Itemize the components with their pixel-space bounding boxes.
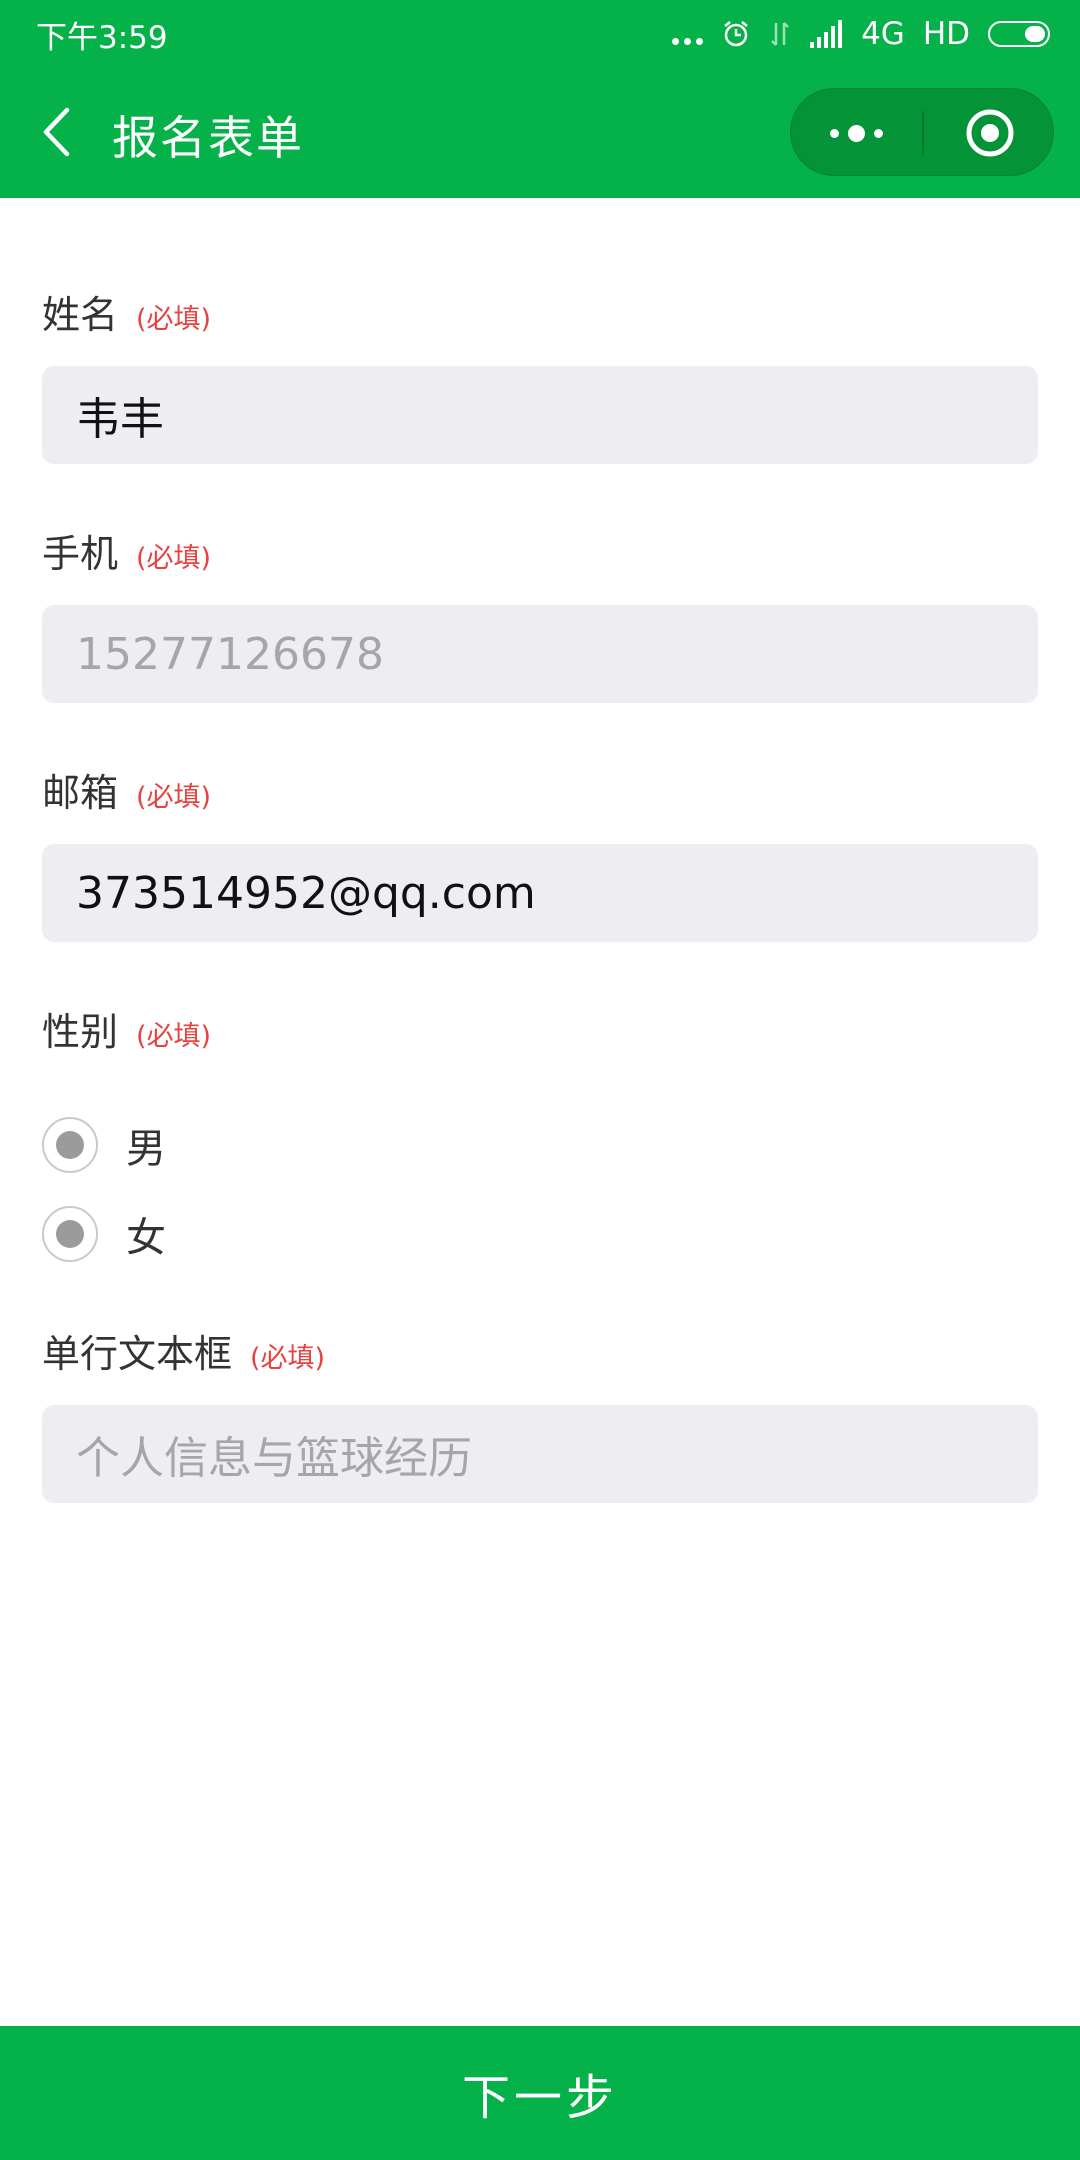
required-tag: (必填) bbox=[136, 543, 212, 574]
capsule-menu bbox=[790, 88, 1054, 176]
email-label-text: 邮箱 bbox=[42, 771, 119, 815]
radio-dot-icon bbox=[56, 1131, 84, 1159]
status-bar: 下午3:59 4G HD bbox=[0, 0, 1080, 66]
text-input[interactable]: 个人信息与篮球经历 bbox=[42, 1405, 1038, 1503]
gender-option-male[interactable]: 男 bbox=[42, 1116, 166, 1174]
nav-bar: 报名表单 bbox=[0, 66, 1080, 198]
phone-label: 手机 (必填) bbox=[42, 523, 211, 578]
radio-button[interactable] bbox=[42, 1117, 98, 1173]
hd-indicator: HD bbox=[922, 16, 970, 52]
email-input[interactable]: 373514952@qq.com bbox=[42, 844, 1038, 942]
alarm-icon bbox=[724, 21, 748, 47]
email-label: 邮箱 (必填) bbox=[42, 762, 211, 817]
more-button[interactable] bbox=[791, 89, 922, 177]
back-button[interactable] bbox=[34, 104, 78, 160]
network-type: 4G bbox=[861, 16, 905, 52]
notification-dots-icon bbox=[672, 19, 704, 49]
data-transfer-icon bbox=[771, 22, 789, 46]
radio-button[interactable] bbox=[42, 1206, 98, 1262]
required-tag: (必填) bbox=[250, 1343, 326, 1374]
name-label: 姓名 (必填) bbox=[42, 284, 211, 339]
close-miniprogram-button[interactable] bbox=[924, 89, 1055, 177]
more-dots-icon-right bbox=[874, 128, 883, 138]
required-tag: (必填) bbox=[136, 1021, 212, 1052]
target-circle-icon bbox=[966, 109, 1013, 157]
name-input-value: 韦丰 bbox=[76, 394, 164, 445]
phone-label-text: 手机 bbox=[42, 532, 119, 576]
text-label-text: 单行文本框 bbox=[42, 1332, 233, 1376]
next-step-button[interactable]: 下一步 bbox=[0, 2026, 1080, 2160]
radio-label: 女 bbox=[126, 1215, 166, 1261]
required-tag: (必填) bbox=[136, 304, 212, 335]
more-dots-icon bbox=[830, 128, 839, 138]
phone-input-placeholder: 15277126678 bbox=[76, 628, 384, 680]
chevron-left-icon bbox=[43, 107, 70, 157]
email-input-value: 373514952@qq.com bbox=[76, 867, 536, 919]
battery-icon bbox=[988, 21, 1050, 47]
phone-input[interactable]: 15277126678 bbox=[42, 605, 1038, 703]
status-icons: 4G HD bbox=[672, 12, 1050, 56]
page-title: 报名表单 bbox=[112, 111, 304, 165]
name-label-text: 姓名 bbox=[42, 293, 119, 337]
gender-option-female[interactable]: 女 bbox=[42, 1205, 166, 1263]
gender-label: 性别 (必填) bbox=[42, 1001, 211, 1056]
more-dots-icon-center bbox=[848, 124, 865, 142]
radio-label: 男 bbox=[126, 1126, 166, 1172]
gender-label-text: 性别 bbox=[42, 1010, 119, 1054]
name-input[interactable]: 韦丰 bbox=[42, 366, 1038, 464]
status-time: 下午3:59 bbox=[36, 20, 168, 56]
radio-dot-icon bbox=[56, 1220, 84, 1248]
text-label: 单行文本框 (必填) bbox=[42, 1323, 325, 1378]
signal-icon bbox=[810, 20, 843, 48]
text-input-placeholder: 个人信息与篮球经历 bbox=[76, 1433, 472, 1484]
required-tag: (必填) bbox=[136, 782, 212, 813]
